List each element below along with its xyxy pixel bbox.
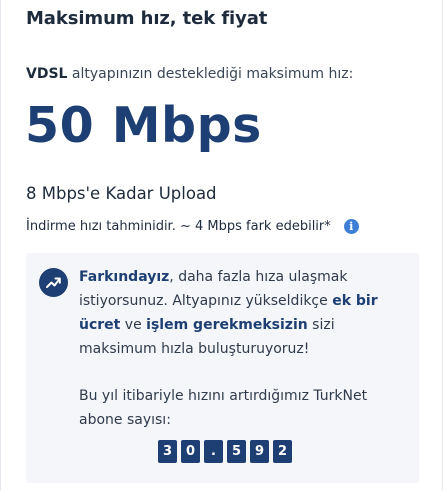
subscriber-counter: 3 0 . 5 9 2 — [158, 440, 292, 463]
counter-digit: 9 — [250, 440, 269, 463]
trending-up-icon — [39, 268, 68, 297]
awareness-text-4: ve — [120, 317, 147, 333]
subscriber-counter-label: Bu yıl itibariyle hızını artırdığımız Tu… — [79, 388, 368, 428]
info-icon[interactable]: i — [343, 219, 359, 234]
infrastructure-type: VDSL — [26, 66, 68, 82]
counter-digit: 3 — [158, 440, 177, 463]
counter-digit: 0 — [181, 440, 200, 463]
counter-digit: 2 — [273, 440, 292, 463]
awareness-bold-5: işlem gerekmeksizin — [146, 317, 308, 333]
infrastructure-line: VDSL altyapınızın desteklediği maksimum … — [26, 66, 353, 82]
counter-digit: 5 — [227, 440, 246, 463]
counter-separator: . — [204, 440, 223, 463]
upload-speed-text: 8 Mbps'e Kadar Upload — [26, 184, 217, 203]
download-estimate-text: İndirme hızı tahminidir. ~ 4 Mbps fark e… — [26, 219, 331, 234]
infrastructure-text: altyapınızın desteklediği maksimum hız: — [67, 66, 354, 82]
max-speed-value: 50 Mbps — [25, 97, 262, 154]
card-title: Maksimum hız, tek fiyat — [26, 8, 268, 29]
awareness-message: Farkındayız, daha fazla hıza ulaşmak ist… — [79, 265, 409, 361]
download-estimate-note: İndirme hızı tahminidir. ~ 4 Mbps fark e… — [26, 219, 359, 234]
awareness-box: Farkındayız, daha fazla hıza ulaşmak ist… — [26, 253, 419, 483]
speed-card: Maksimum hız, tek fiyat VDSL altyapınızı… — [0, 0, 443, 491]
awareness-bold-1: Farkındayız — [79, 269, 170, 285]
